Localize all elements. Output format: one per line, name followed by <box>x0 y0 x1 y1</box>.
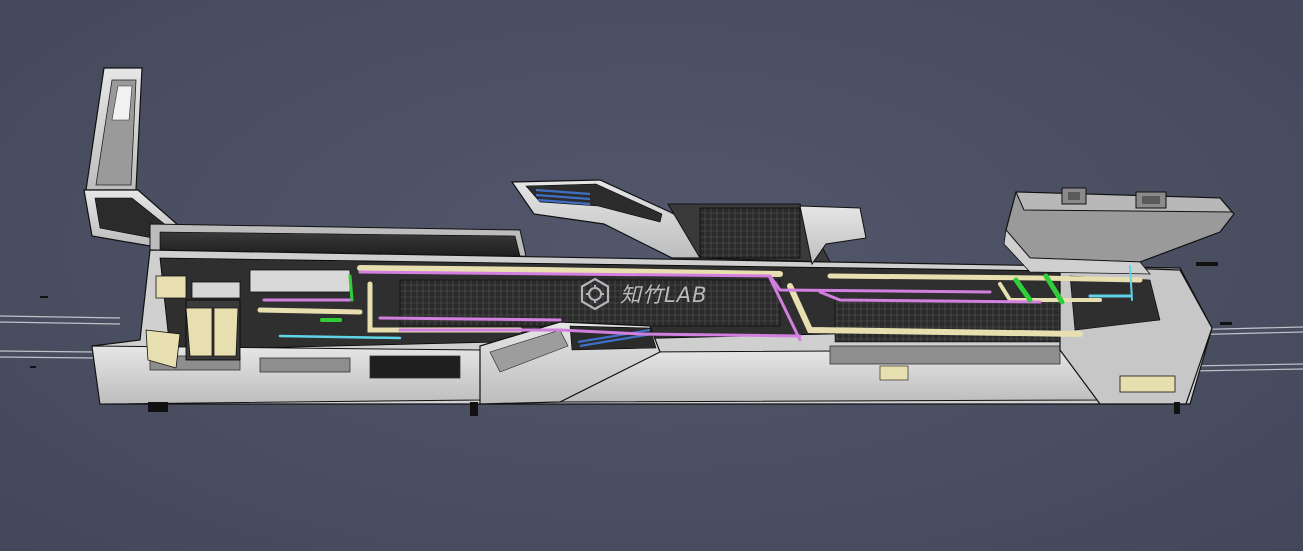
right-roof-block <box>1003 187 1235 275</box>
3d-viewport[interactable]: 知竹LAB <box>0 0 1303 551</box>
entrance-tower-left <box>83 67 188 247</box>
escalator-upper <box>510 179 867 266</box>
bim-station-model[interactable] <box>0 0 1303 551</box>
